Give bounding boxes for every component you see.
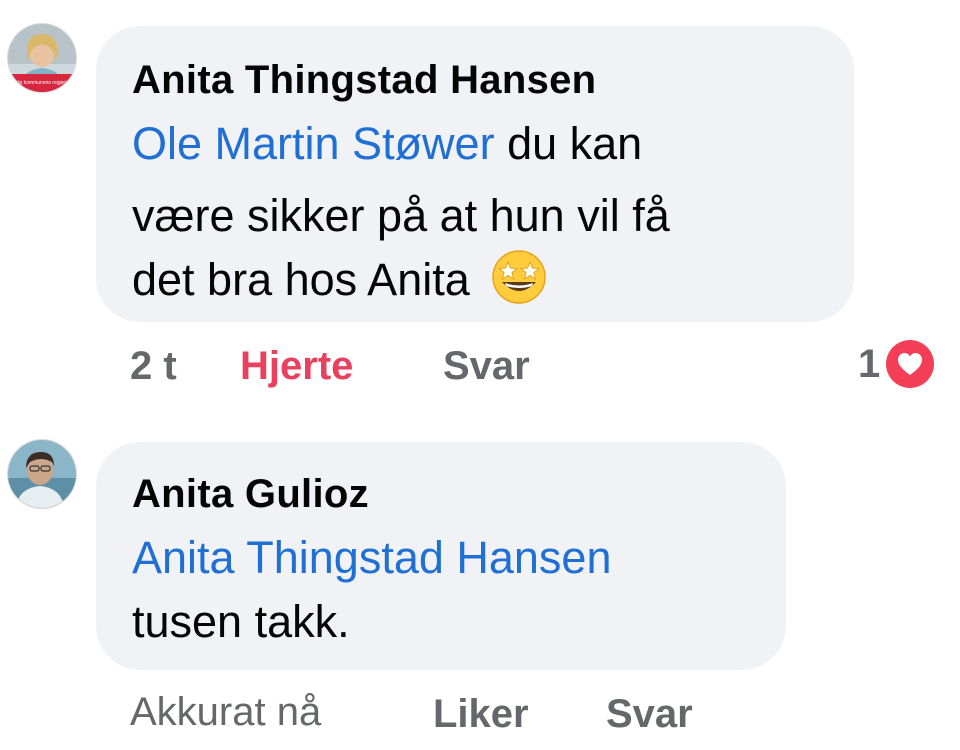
comment-text-line: Ole Martin Støwer du kan xyxy=(132,118,642,170)
comment-timestamp[interactable]: 2 t xyxy=(130,344,177,389)
comment-text: det bra hos Anita xyxy=(132,254,470,305)
heart-reaction-button[interactable]: Hjerte xyxy=(240,344,353,389)
heart-icon xyxy=(886,340,935,388)
avatar-image: Følg kommunens regjering xyxy=(8,24,76,92)
reaction-count: 1 xyxy=(858,341,881,386)
comment-bubble[interactable]: Anita Gulioz Anita Thingstad Hansen tuse… xyxy=(96,442,786,670)
like-button[interactable]: Liker xyxy=(433,692,529,737)
comment-text-line: tusen takk. xyxy=(132,596,350,647)
reply-button[interactable]: Svar xyxy=(443,344,530,389)
comment-author[interactable]: Anita Thingstad Hansen xyxy=(132,58,596,103)
reaction-summary[interactable]: 1 xyxy=(858,340,935,388)
reply-button[interactable]: Svar xyxy=(606,692,693,737)
avatar-anita-gulioz[interactable] xyxy=(8,440,76,508)
comment-text-line: det bra hos Anita xyxy=(132,250,548,312)
comment-text-line: Anita Thingstad Hansen xyxy=(132,532,612,584)
comment-bubble[interactable]: Anita Thingstad Hansen Ole Martin Støwer… xyxy=(96,26,854,322)
avatar-image xyxy=(8,440,76,508)
avatar-caption: Følg kommunens regjering xyxy=(12,80,72,86)
mention-link[interactable]: Anita Thingstad Hansen xyxy=(132,532,612,583)
avatar-anita-thingstad-hansen[interactable]: Følg kommunens regjering xyxy=(8,24,76,92)
comment-author[interactable]: Anita Gulioz xyxy=(132,472,369,517)
comment-text-line: være sikker på at hun vil få xyxy=(132,190,670,241)
comment-timestamp[interactable]: Akkurat nå xyxy=(130,690,321,735)
mention-link[interactable]: Ole Martin Støwer xyxy=(132,118,495,169)
comment-text: du kan xyxy=(494,118,643,169)
star-struck-emoji-icon xyxy=(490,248,548,306)
